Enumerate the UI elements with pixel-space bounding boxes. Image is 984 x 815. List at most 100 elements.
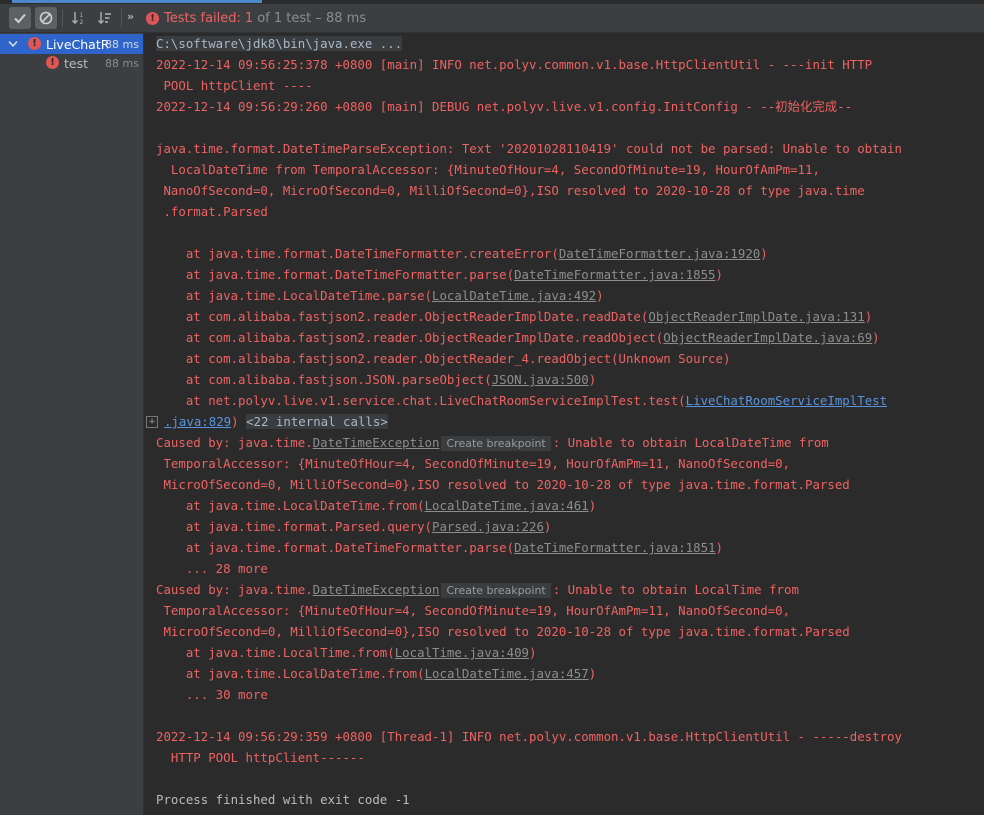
internal-calls-fold[interactable]: <22 internal calls> (246, 414, 388, 429)
source-link[interactable]: JSON.java:500 (492, 372, 589, 387)
exception-line: .format.Parsed (156, 204, 268, 219)
error-icon: ! (146, 11, 159, 25)
caused-by-line: Caused by: java.time.DateTimeException Cr… (156, 432, 829, 453)
source-link[interactable]: LocalDateTime.java:457 (425, 666, 589, 681)
frame-text: at java.time.format.DateTimeFormatter.pa… (156, 540, 515, 555)
exception-class-link[interactable]: DateTimeException (313, 582, 440, 597)
status-label: Tests failed: (164, 10, 241, 26)
frame-text: at java.time.format.DateTimeFormatter.pa… (156, 267, 515, 282)
stack-frame: .java:829) <22 internal calls> (164, 411, 388, 432)
frame-text: at com.alibaba.fastjson2.reader.ObjectRe… (156, 351, 731, 366)
frame-text: at java.time.LocalDateTime.from( (156, 498, 425, 513)
error-icon: ! (46, 56, 59, 69)
sort-by-duration-button[interactable] (94, 7, 116, 29)
status-summary: of 1 test – 88 ms (257, 10, 367, 26)
sort-alpha-icon: 12 (72, 12, 84, 26)
caused-by-line: Caused by: java.time.DateTimeException Cr… (156, 579, 799, 600)
source-link[interactable]: DateTimeFormatter.java:1855 (514, 267, 715, 282)
source-link[interactable]: ObjectReaderImplDate.java:69 (663, 330, 872, 345)
tree-item-time: 88 ms (105, 37, 139, 51)
stack-frame: at com.alibaba.fastjson2.reader.ObjectRe… (156, 348, 731, 369)
exception-line: MicroOfSecond=0, MilliOfSecond=0},ISO re… (156, 624, 850, 639)
source-link[interactable]: ObjectReaderImplDate.java:131 (648, 309, 864, 324)
tree-item-test-method[interactable]: ! test 88 ms (0, 53, 143, 73)
frame-text: ) (596, 288, 604, 303)
cancel-icon (39, 11, 53, 25)
frame-text: Caused by: java.time. (156, 582, 313, 597)
source-link[interactable]: DateTimeFormatter.java:1920 (559, 246, 760, 261)
stack-frame: at java.time.LocalDateTime.parse(LocalDa… (156, 285, 604, 306)
test-source-link[interactable]: .java:829 (164, 414, 231, 429)
frame-text: ) (715, 267, 723, 282)
test-source-link[interactable]: LiveChatRoomServiceImplTest (686, 393, 887, 408)
more-actions-chevron[interactable]: » (127, 10, 134, 23)
source-link[interactable]: Parsed.java:226 (432, 519, 544, 534)
tab-accent-bar (12, 0, 262, 3)
exception-line: java.time.format.DateTimeParseException:… (156, 141, 902, 156)
tree-item-label: LiveChatRc (46, 36, 108, 52)
frame-text: at java.time.format.DateTimeFormatter.cr… (156, 246, 559, 261)
frame-text: ) (872, 330, 880, 345)
frame-text: : Unable to obtain LocalDateTime from (552, 435, 829, 450)
source-link[interactable]: LocalDateTime.java:461 (425, 498, 589, 513)
frame-text: at java.time.LocalDateTime.from( (156, 666, 425, 681)
stack-frame: at com.alibaba.fastjson2.reader.ObjectRe… (156, 306, 872, 327)
expand-icon[interactable]: + (146, 416, 158, 428)
frame-text: ) (864, 309, 873, 324)
frame-text: at java.time.LocalDateTime.parse( (156, 288, 433, 303)
stack-frame: at net.polyv.live.v1.service.chat.LiveCh… (156, 390, 887, 411)
stack-frame: at java.time.format.DateTimeFormatter.cr… (156, 243, 768, 264)
frame-text: ) (715, 540, 723, 555)
frame-text: ) (588, 372, 597, 387)
frame-text: : Unable to obtain LocalTime from (552, 582, 799, 597)
frame-text: at com.alibaba.fastjson2.reader.ObjectRe… (156, 309, 649, 324)
source-link[interactable]: DateTimeFormatter.java:1851 (514, 540, 715, 555)
tree-item-test-class[interactable]: ! LiveChatRc 88 ms (0, 34, 143, 54)
svg-text:1: 1 (80, 12, 84, 19)
exit-message: Process finished with exit code -1 (156, 792, 410, 807)
stack-frame: at java.time.LocalDateTime.from(LocalDat… (156, 663, 596, 684)
log-line: HTTP POOL httpClient------ (156, 750, 365, 765)
frame-text: at java.time.format.Parsed.query( (156, 519, 433, 534)
sort-duration-icon (98, 12, 111, 24)
exception-line: NanoOfSecond=0, MicroOfSecond=0, MilliOf… (156, 183, 865, 198)
log-line: 2022-12-14 09:56:29:260 +0800 [main] DEB… (156, 99, 853, 114)
frame-text: ) (588, 498, 597, 513)
exception-class-link[interactable]: DateTimeException (313, 435, 440, 450)
console-output[interactable]: C:\software\jdk8\bin\java.exe ... 2022-1… (144, 33, 984, 815)
stack-frame: at com.alibaba.fastjson.JSON.parseObject… (156, 369, 596, 390)
source-link[interactable]: LocalDateTime.java:492 (432, 288, 596, 303)
frame-text: ) (760, 246, 768, 261)
stack-frame: at java.time.format.DateTimeFormatter.pa… (156, 264, 723, 285)
failed-count: 1 (244, 10, 254, 26)
create-breakpoint-button[interactable]: Create breakpoint (441, 436, 551, 451)
exception-line: TemporalAccessor: {MinuteOfHour=4, Secon… (156, 603, 791, 618)
show-ignored-button[interactable] (35, 7, 57, 29)
test-toolbar: 12 » ! Tests failed: 1 of 1 test – 88 ms (0, 4, 984, 33)
exception-line: MicroOfSecond=0, MilliOfSecond=0},ISO re… (156, 477, 850, 492)
show-passed-button[interactable] (9, 7, 31, 29)
test-status: ! Tests failed: 1 of 1 test – 88 ms (146, 8, 366, 28)
log-line: 2022-12-14 09:56:29:359 +0800 [Thread-1]… (156, 729, 902, 744)
toolbar-separator (121, 9, 122, 27)
exception-line: LocalDateTime from TemporalAccessor: {Mi… (156, 162, 820, 177)
tree-item-time: 88 ms (105, 56, 139, 70)
frame-text: at net.polyv.live.v1.service.chat.LiveCh… (156, 393, 686, 408)
sort-alphabetically-button[interactable]: 12 (68, 7, 90, 29)
frame-text: at java.time.LocalTime.from( (156, 645, 395, 660)
frame-text: at com.alibaba.fastjson.JSON.parseObject… (156, 372, 492, 387)
test-tree: ! LiveChatRc 88 ms ! test 88 ms (0, 33, 144, 815)
stack-frame: at java.time.LocalTime.from(LocalTime.ja… (156, 642, 537, 663)
log-line: POOL httpClient ---- (156, 78, 313, 93)
exception-line: TemporalAccessor: {MinuteOfHour=4, Secon… (156, 456, 791, 471)
frame-text: Caused by: java.time. (156, 435, 313, 450)
source-link[interactable]: LocalTime.java:409 (395, 645, 529, 660)
create-breakpoint-button[interactable]: Create breakpoint (441, 583, 551, 598)
chevron-down-icon[interactable] (8, 40, 18, 48)
more-frames: ... 28 more (156, 561, 268, 576)
command-line[interactable]: C:\software\jdk8\bin\java.exe ... (156, 36, 403, 51)
log-line: 2022-12-14 09:56:25:378 +0800 [main] INF… (156, 57, 873, 72)
stack-frame: at com.alibaba.fastjson2.reader.ObjectRe… (156, 327, 880, 348)
stack-frame: at java.time.format.DateTimeFormatter.pa… (156, 537, 723, 558)
check-icon (14, 13, 26, 24)
